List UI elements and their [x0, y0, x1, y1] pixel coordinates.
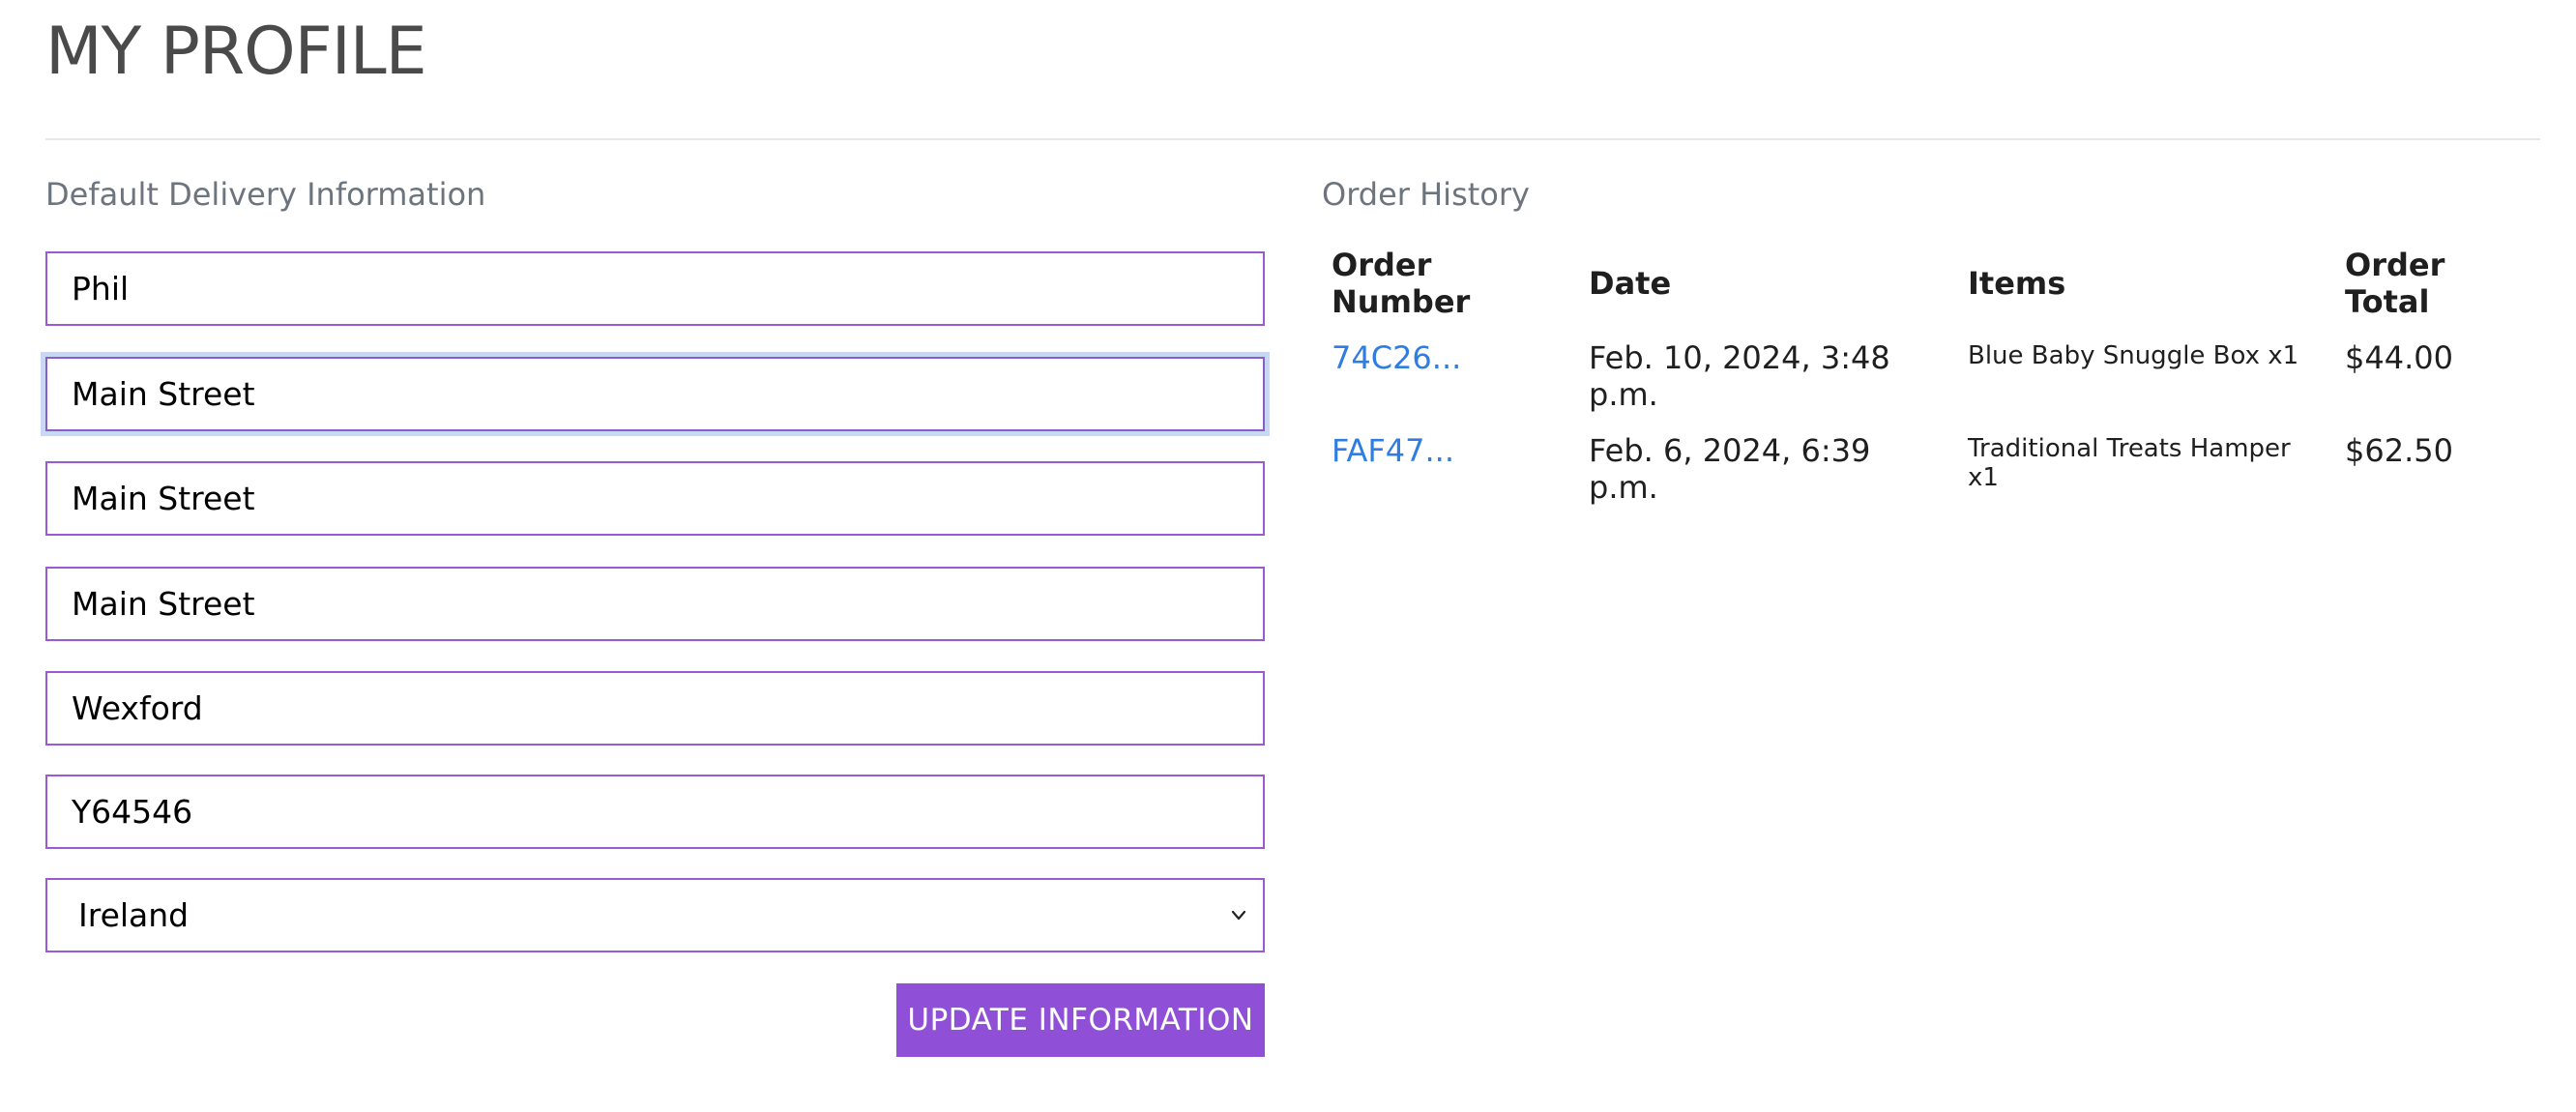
- order-history-table: Order Number Date Items Order Total 74C2…: [1322, 247, 2548, 506]
- order-date-cell: Feb. 6, 2024, 6:39 p.m.: [1589, 432, 1871, 506]
- order-number-cell: 74C26...: [1322, 320, 1579, 413]
- country-select[interactable]: Ireland: [45, 878, 1265, 952]
- country-select-value: Ireland: [78, 896, 190, 934]
- order-total-cell: $62.50: [2345, 432, 2453, 469]
- order-items-cell: Traditional Treats Hamper x1: [1968, 434, 2291, 492]
- order-total-cell: $44.00: [2345, 339, 2453, 376]
- profile-page: MY PROFILE Default Delivery Information …: [0, 0, 2576, 1112]
- full-name-input[interactable]: [45, 251, 1265, 326]
- order-date-cell: Feb. 10, 2024, 3:48 p.m.: [1589, 339, 1890, 413]
- update-information-button[interactable]: UPDATE INFORMATION: [896, 983, 1265, 1057]
- county-input[interactable]: [45, 671, 1265, 746]
- page-title: MY PROFILE: [45, 14, 427, 90]
- column-header-order-total: Order Total: [2345, 247, 2445, 320]
- header-divider: [45, 138, 2540, 140]
- order-number-link[interactable]: 74C26...: [1332, 339, 1461, 376]
- chevron-down-icon: [1231, 910, 1246, 921]
- postcode-input[interactable]: [45, 775, 1265, 849]
- order-number-link[interactable]: FAF47...: [1332, 432, 1454, 469]
- table-row: 74C26... Feb. 10, 2024, 3:48 p.m. Blue B…: [1322, 320, 2548, 413]
- order-number-cell: FAF47...: [1322, 413, 1579, 506]
- town-or-city-input[interactable]: [45, 567, 1265, 641]
- street-address-2-input[interactable]: [45, 461, 1265, 536]
- column-header-date: Date: [1589, 265, 1672, 302]
- order-items-cell: Blue Baby Snuggle Box x1: [1968, 341, 2299, 370]
- delivery-heading: Default Delivery Information: [45, 176, 486, 213]
- table-row: FAF47... Feb. 6, 2024, 6:39 p.m. Traditi…: [1322, 413, 2548, 506]
- column-header-order-number: Order Number: [1332, 247, 1471, 320]
- table-header-row: Order Number Date Items Order Total: [1322, 247, 2548, 320]
- column-header-items: Items: [1968, 265, 2066, 302]
- order-history-heading: Order History: [1322, 176, 1530, 213]
- street-address-1-input[interactable]: [45, 357, 1265, 431]
